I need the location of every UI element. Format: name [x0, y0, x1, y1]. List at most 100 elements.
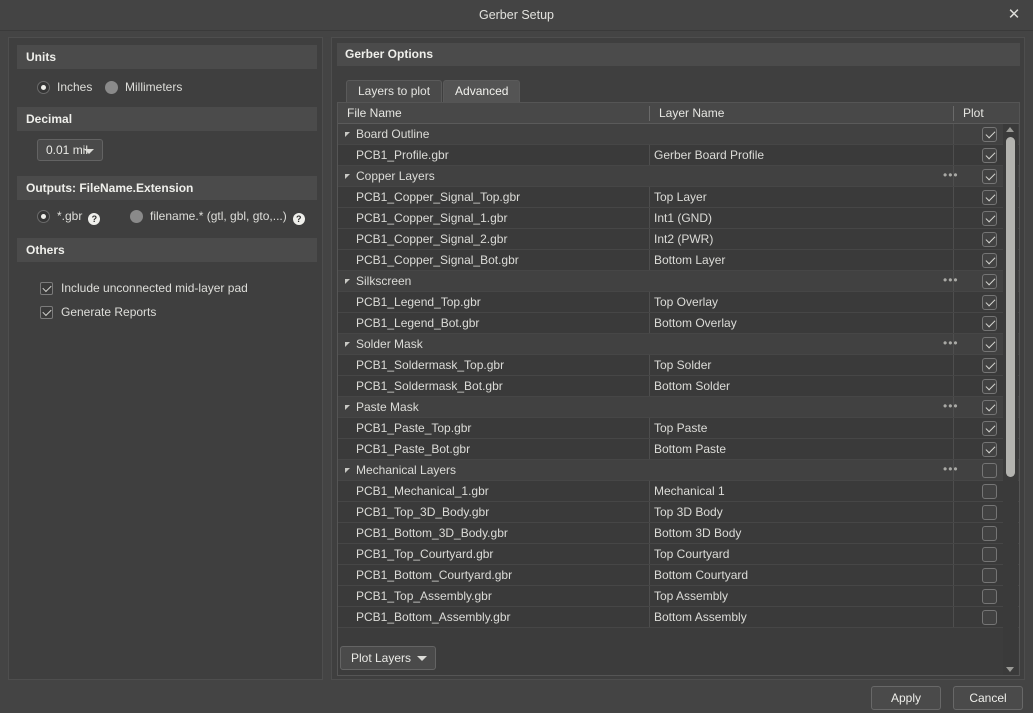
- outputs-filename-help-icon[interactable]: ?: [292, 213, 305, 225]
- expander-triangle-icon[interactable]: [345, 279, 350, 284]
- table-row[interactable]: PCB1_Soldermask_Top.gbr Top Solder: [338, 355, 1019, 376]
- row-options-ellipsis-icon[interactable]: •••: [943, 166, 959, 186]
- tab-bar: Layers to plot Advanced: [346, 80, 521, 102]
- plot-checkbox[interactable]: [982, 421, 997, 436]
- scroll-up-arrow-icon[interactable]: [1006, 127, 1014, 132]
- apply-button[interactable]: Apply: [871, 686, 941, 710]
- plot-checkbox[interactable]: [982, 400, 997, 415]
- outputs-gbr-help-icon[interactable]: ?: [88, 213, 101, 225]
- outputs-filename-option[interactable]: filename.* (gtl, gbl, gto,...)?: [130, 209, 305, 225]
- plot-checkbox[interactable]: [982, 190, 997, 205]
- table-row[interactable]: PCB1_Bottom_Courtyard.gbr Bottom Courtyar…: [338, 565, 1019, 586]
- decimal-precision-dropdown[interactable]: 0.01 mil: [37, 139, 103, 161]
- gerber-options-panel: Gerber Options Layers to plot Advanced F…: [331, 37, 1025, 680]
- expander-triangle-icon[interactable]: [345, 174, 350, 179]
- table-row[interactable]: PCB1_Soldermask_Bot.gbr Bottom Solder: [338, 376, 1019, 397]
- close-icon[interactable]: ✕: [1001, 4, 1027, 26]
- column-header-layer-name[interactable]: Layer Name: [650, 103, 953, 123]
- cell-layer-name: Bottom Overlay: [654, 316, 737, 330]
- plot-checkbox[interactable]: [982, 484, 997, 499]
- table-row[interactable]: PCB1_Top_3D_Body.gbr Top 3D Body: [338, 502, 1019, 523]
- column-header-plot[interactable]: Plot: [954, 103, 1019, 123]
- plot-checkbox[interactable]: [982, 337, 997, 352]
- row-options-ellipsis-icon[interactable]: •••: [943, 460, 959, 480]
- table-group-row[interactable]: Silkscreen •••: [338, 271, 1019, 292]
- plot-checkbox[interactable]: [982, 547, 997, 562]
- cell-divider: [649, 376, 650, 396]
- units-millimeters-option[interactable]: Millimeters: [105, 80, 182, 95]
- plot-checkbox[interactable]: [982, 316, 997, 331]
- units-inches-label[interactable]: Inches: [57, 80, 92, 94]
- table-row[interactable]: PCB1_Paste_Bot.gbr Bottom Paste: [338, 439, 1019, 460]
- table-row[interactable]: PCB1_Paste_Top.gbr Top Paste: [338, 418, 1019, 439]
- outputs-gbr-label[interactable]: *.gbr: [57, 209, 82, 223]
- expander-triangle-icon[interactable]: [345, 132, 350, 137]
- cancel-button[interactable]: Cancel: [953, 686, 1023, 710]
- include-unconnected-pad-option[interactable]: Include unconnected mid-layer pad: [40, 281, 248, 296]
- plot-checkbox[interactable]: [982, 232, 997, 247]
- column-header-file-name[interactable]: File Name: [338, 103, 650, 123]
- outputs-gbr-radio[interactable]: [37, 210, 50, 223]
- outputs-gbr-option[interactable]: *.gbr?: [37, 209, 101, 225]
- generate-reports-option[interactable]: Generate Reports: [40, 305, 156, 320]
- plot-checkbox[interactable]: [982, 148, 997, 163]
- cell-layer-name: Top 3D Body: [654, 505, 723, 519]
- plot-layers-button[interactable]: Plot Layers: [340, 646, 437, 670]
- table-group-row[interactable]: Board Outline: [338, 124, 1019, 145]
- include-unconnected-pad-checkbox[interactable]: [40, 282, 53, 295]
- table-row[interactable]: PCB1_Top_Assembly.gbr Top Assembly: [338, 586, 1019, 607]
- outputs-filename-radio[interactable]: [130, 210, 143, 223]
- plot-checkbox[interactable]: [982, 568, 997, 583]
- plot-checkbox[interactable]: [982, 526, 997, 541]
- units-millimeters-radio[interactable]: [105, 81, 118, 94]
- table-row[interactable]: PCB1_Copper_Signal_2.gbr Int2 (PWR): [338, 229, 1019, 250]
- cell-layer-name: Top Assembly: [654, 589, 729, 603]
- expander-triangle-icon[interactable]: [345, 342, 350, 347]
- plot-checkbox[interactable]: [982, 463, 997, 478]
- plot-checkbox[interactable]: [982, 505, 997, 520]
- plot-checkbox[interactable]: [982, 211, 997, 226]
- plot-checkbox[interactable]: [982, 358, 997, 373]
- outputs-filename-label[interactable]: filename.* (gtl, gbl, gto,...): [150, 209, 287, 223]
- table-group-row[interactable]: Solder Mask •••: [338, 334, 1019, 355]
- table-row[interactable]: PCB1_Bottom_Assembly.gbr Bottom Assembly: [338, 607, 1019, 628]
- table-row[interactable]: PCB1_Profile.gbr Gerber Board Profile: [338, 145, 1019, 166]
- tab-advanced[interactable]: Advanced: [443, 80, 521, 102]
- expander-triangle-icon[interactable]: [345, 468, 350, 473]
- table-row[interactable]: PCB1_Copper_Signal_Top.gbr Top Layer: [338, 187, 1019, 208]
- table-group-row[interactable]: Paste Mask •••: [338, 397, 1019, 418]
- units-inches-option[interactable]: Inches: [37, 80, 92, 95]
- units-inches-radio[interactable]: [37, 81, 50, 94]
- row-options-ellipsis-icon[interactable]: •••: [943, 397, 959, 417]
- table-row[interactable]: PCB1_Legend_Bot.gbr Bottom Overlay: [338, 313, 1019, 334]
- tab-layers-to-plot[interactable]: Layers to plot: [346, 80, 443, 102]
- table-row[interactable]: PCB1_Mechanical_1.gbr Mechanical 1: [338, 481, 1019, 502]
- plot-checkbox[interactable]: [982, 442, 997, 457]
- plot-checkbox[interactable]: [982, 295, 997, 310]
- table-row[interactable]: PCB1_Copper_Signal_1.gbr Int1 (GND): [338, 208, 1019, 229]
- generate-reports-checkbox[interactable]: [40, 306, 53, 319]
- plot-checkbox[interactable]: [982, 169, 997, 184]
- plot-checkbox[interactable]: [982, 379, 997, 394]
- table-row[interactable]: PCB1_Copper_Signal_Bot.gbr Bottom Layer: [338, 250, 1019, 271]
- scrollbar-thumb[interactable]: [1006, 137, 1015, 477]
- include-unconnected-pad-label[interactable]: Include unconnected mid-layer pad: [61, 281, 248, 295]
- row-options-ellipsis-icon[interactable]: •••: [943, 334, 959, 354]
- expander-triangle-icon[interactable]: [345, 405, 350, 410]
- table-group-row[interactable]: Mechanical Layers •••: [338, 460, 1019, 481]
- plot-checkbox[interactable]: [982, 589, 997, 604]
- plot-checkbox[interactable]: [982, 253, 997, 268]
- generate-reports-label[interactable]: Generate Reports: [61, 305, 156, 319]
- cell-divider: [953, 565, 954, 585]
- units-millimeters-label[interactable]: Millimeters: [125, 80, 182, 94]
- plot-checkbox[interactable]: [982, 274, 997, 289]
- table-group-row[interactable]: Copper Layers •••: [338, 166, 1019, 187]
- table-vertical-scrollbar[interactable]: [1003, 124, 1018, 675]
- table-row[interactable]: PCB1_Legend_Top.gbr Top Overlay: [338, 292, 1019, 313]
- row-options-ellipsis-icon[interactable]: •••: [943, 271, 959, 291]
- table-row[interactable]: PCB1_Top_Courtyard.gbr Top Courtyard: [338, 544, 1019, 565]
- plot-checkbox[interactable]: [982, 610, 997, 625]
- scroll-down-arrow-icon[interactable]: [1006, 667, 1014, 672]
- table-row[interactable]: PCB1_Bottom_3D_Body.gbr Bottom 3D Body: [338, 523, 1019, 544]
- plot-checkbox[interactable]: [982, 127, 997, 142]
